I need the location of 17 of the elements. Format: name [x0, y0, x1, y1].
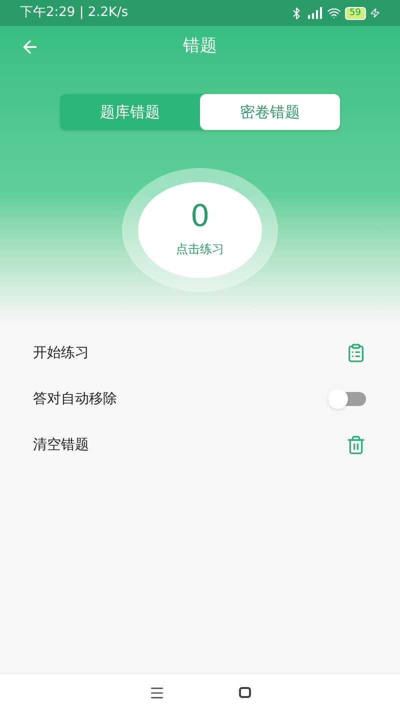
signal-icon [306, 7, 323, 19]
auto-remove-switch[interactable] [328, 392, 366, 406]
battery-level: 59 [344, 6, 366, 20]
clipboard-icon[interactable] [346, 343, 366, 363]
row-label: 清空错题 [33, 436, 89, 454]
row-label: 答对自动移除 [33, 390, 117, 408]
trash-icon[interactable] [346, 435, 366, 455]
wifi-icon [326, 6, 341, 20]
tab[interactable]: 密卷错题 [200, 94, 340, 130]
status-time: 下午2:29 | 2.2K/s [20, 4, 128, 22]
charging-icon [370, 8, 380, 18]
row-label: 开始练习 [33, 344, 89, 362]
practice-circle[interactable]: 0 点击练习 [138, 182, 262, 278]
home-icon[interactable] [239, 687, 251, 698]
menu-icon[interactable] [149, 684, 165, 700]
page-title: 错题 [183, 35, 217, 58]
tab[interactable]: 题库错题 [60, 94, 200, 130]
